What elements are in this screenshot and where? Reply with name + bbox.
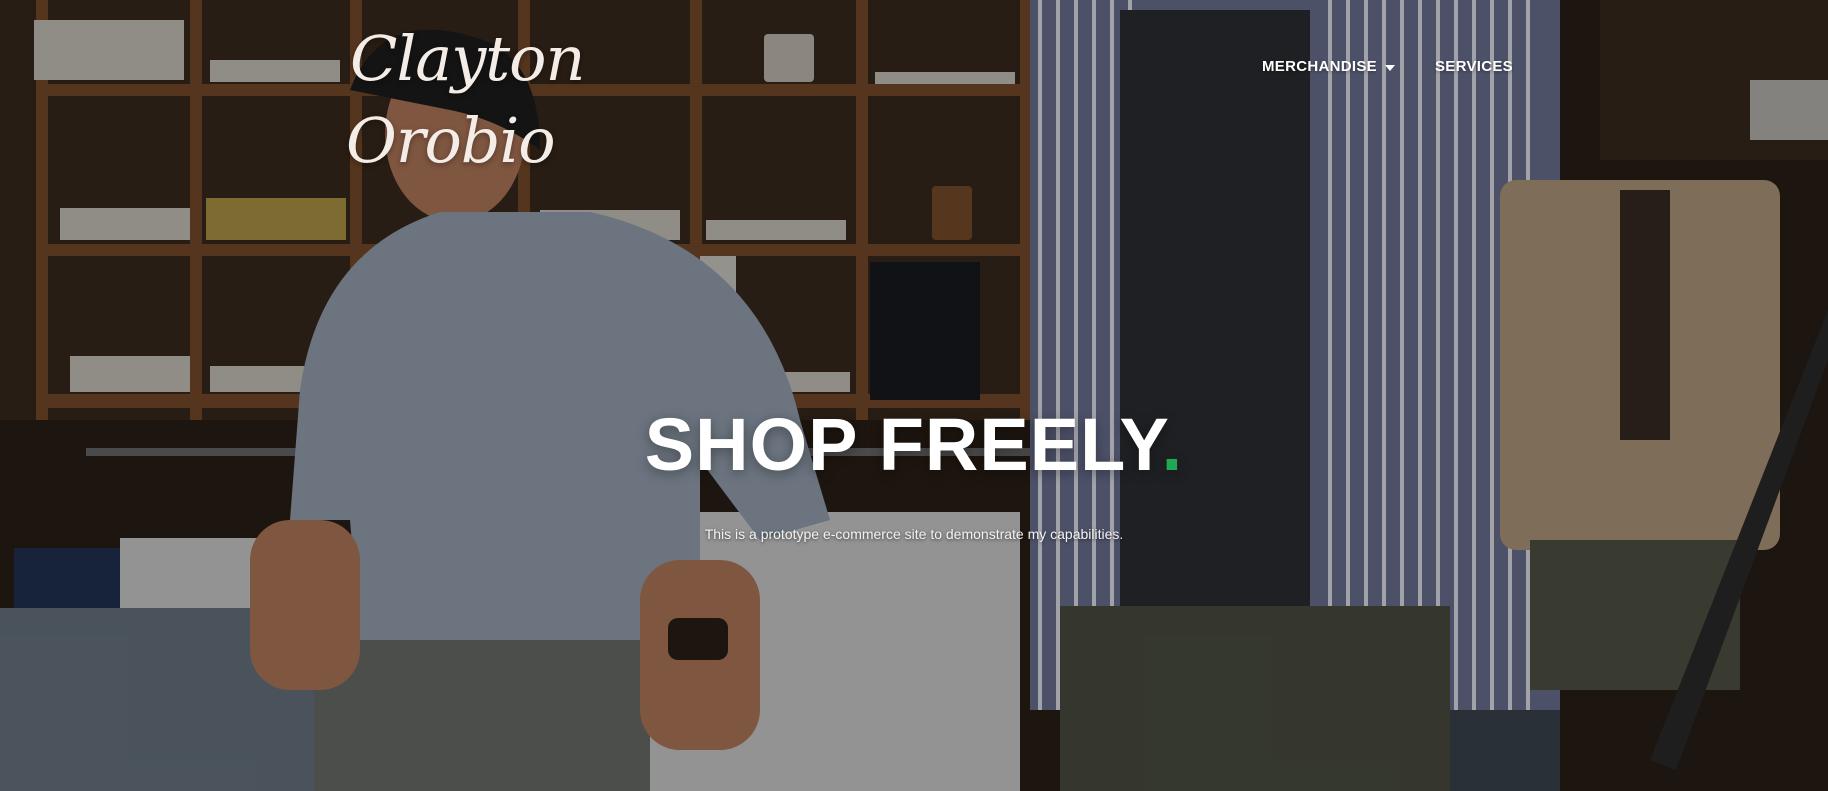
hero-tagline-container: This is a prototype e-commerce site to d… <box>0 526 1828 542</box>
brand-logo[interactable]: Clayton Orobio <box>346 14 585 186</box>
hero-tagline: This is a prototype e-commerce site to d… <box>704 526 1124 542</box>
hero-headline-dot: . <box>1161 403 1184 486</box>
hero-dark-overlay <box>0 0 1828 791</box>
main-nav: MERCHANDISE SERVICES <box>1262 58 1513 75</box>
hero-headline-container: SHOP FREELY. <box>0 398 1828 492</box>
hero-headline-text: SHOP FREELY <box>644 403 1162 486</box>
logo-line-1: Clayton <box>350 22 585 95</box>
caret-down-icon <box>1384 64 1395 71</box>
nav-merchandise-dropdown[interactable]: MERCHANDISE <box>1262 58 1395 75</box>
nav-services-link[interactable]: SERVICES <box>1435 58 1513 75</box>
logo-line-2: Orobio <box>346 104 556 177</box>
nav-merchandise-label: MERCHANDISE <box>1262 58 1377 75</box>
hero-section: Clayton Orobio MERCHANDISE SERVICES SHOP… <box>0 0 1828 791</box>
hero-headline: SHOP FREELY. <box>645 398 1183 492</box>
nav-services-label: SERVICES <box>1434 58 1513 75</box>
